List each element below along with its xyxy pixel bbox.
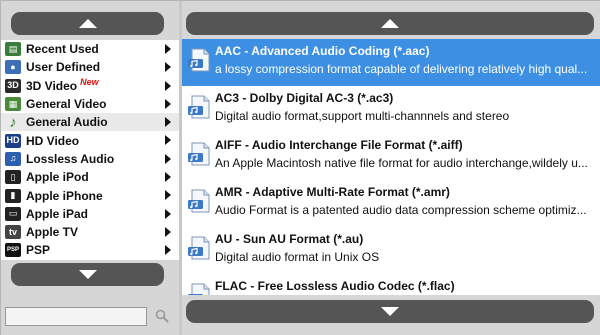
apple-tv-icon: tv <box>5 225 21 240</box>
lossless-audio-icon: ♫ <box>5 151 21 166</box>
format-list: AAC - Advanced Audio Coding (*.aac) a los… <box>182 39 600 295</box>
hd-icon: HD <box>5 133 21 148</box>
up-arrow-icon <box>78 19 97 28</box>
category-label: User Defined <box>26 60 101 75</box>
audio-file-icon <box>188 142 210 166</box>
format-title: AAC - Advanced Audio Coding (*.aac) <box>215 44 430 58</box>
chevron-right-icon <box>165 62 171 73</box>
category-item[interactable]: ▤ Recent Used <box>1 40 179 58</box>
format-description: Audio Format is a patented audio data co… <box>215 203 587 217</box>
category-scroll-up-button[interactable] <box>11 12 164 35</box>
up-arrow-icon <box>381 19 399 28</box>
category-item[interactable]: ♪ General Audio <box>1 113 179 132</box>
format-description: Digital audio format,support multi-chann… <box>215 109 510 123</box>
chevron-right-icon <box>165 117 171 128</box>
category-label: Apple TV <box>26 225 79 240</box>
chevron-right-icon <box>165 172 171 183</box>
audio-file-icon <box>188 283 210 295</box>
category-label: PSP <box>26 243 51 258</box>
iphone-icon: ▮ <box>5 188 21 203</box>
music-note-icon: ♪ <box>9 113 17 131</box>
format-title: AMR - Adaptive Multi-Rate Format (*.amr) <box>215 185 450 199</box>
down-arrow-icon <box>78 270 97 279</box>
format-item[interactable]: AAC - Advanced Audio Coding (*.aac) a los… <box>182 39 600 86</box>
category-item[interactable]: 3D 3D Video New <box>1 77 179 95</box>
format-title: AC3 - Dolby Digital AC-3 (*.ac3) <box>215 91 394 105</box>
chevron-right-icon <box>165 245 171 256</box>
audio-file-icon <box>188 48 210 72</box>
format-panel: AAC - Advanced Audio Coding (*.aac) a los… <box>182 1 600 335</box>
category-label: General Audio <box>26 115 108 130</box>
chevron-right-icon <box>165 98 171 109</box>
search-icon[interactable] <box>155 309 169 323</box>
format-picker-window: ▤ Recent Used ● User Defined 3D 3D Video New ▦ G… <box>0 0 600 335</box>
format-item[interactable]: AC3 - Dolby Digital AC-3 (*.ac3) Digital … <box>182 86 600 133</box>
category-label: Apple iPhone <box>26 188 103 203</box>
audio-file-icon <box>188 189 210 213</box>
chevron-right-icon <box>165 208 171 219</box>
chevron-right-icon <box>165 135 171 146</box>
chevron-right-icon <box>165 190 171 201</box>
category-panel: ▤ Recent Used ● User Defined 3D 3D Video New ▦ G… <box>1 1 179 335</box>
format-description: Digital audio format in Unix OS <box>215 250 380 264</box>
audio-file-icon <box>188 236 210 260</box>
chevron-right-icon <box>165 153 171 164</box>
format-title: AIFF - Audio Interchange File Format (*.… <box>215 138 463 152</box>
recent-icon: ▤ <box>5 42 21 57</box>
format-item[interactable]: AIFF - Audio Interchange File Format (*.… <box>182 133 600 180</box>
format-title: FLAC - Free Lossless Audio Codec (*.flac… <box>215 279 455 293</box>
category-label: HD Video <box>26 133 80 148</box>
category-item[interactable]: tv Apple TV <box>1 223 179 241</box>
category-label: Lossless Audio <box>26 151 115 166</box>
film-icon: ▦ <box>5 97 21 112</box>
format-item[interactable]: AMR - Adaptive Multi-Rate Format (*.amr)… <box>182 180 600 227</box>
category-scroll-down-button[interactable] <box>11 263 164 286</box>
psp-icon: PSP <box>5 243 21 258</box>
chevron-right-icon <box>165 80 171 91</box>
category-item[interactable]: ▯ Apple iPod <box>1 168 179 186</box>
category-label: Apple iPad <box>26 206 89 221</box>
category-label: 3D Video <box>26 78 78 93</box>
category-label: Apple iPod <box>26 170 89 185</box>
format-scroll-down-button[interactable] <box>186 300 594 323</box>
search-input[interactable] <box>5 307 147 326</box>
format-title: AU - Sun AU Format (*.au) <box>215 232 364 246</box>
format-item[interactable]: FLAC - Free Lossless Audio Codec (*.flac… <box>182 274 600 295</box>
category-label: General Video <box>26 97 107 112</box>
3d-icon: 3D <box>5 78 21 93</box>
category-item[interactable]: ● User Defined <box>1 58 179 76</box>
ipod-icon: ▯ <box>5 170 21 185</box>
format-description: a lossy compression format capable of de… <box>215 62 588 76</box>
category-item[interactable]: PSP PSP <box>1 241 179 259</box>
category-list: ▤ Recent Used ● User Defined 3D 3D Video New ▦ G… <box>1 40 179 260</box>
down-arrow-icon <box>381 307 399 316</box>
chevron-right-icon <box>165 226 171 237</box>
category-item[interactable]: ▮ Apple iPhone <box>1 186 179 204</box>
chevron-right-icon <box>165 44 171 54</box>
new-badge: New <box>80 76 99 87</box>
category-label: Recent Used <box>26 42 99 57</box>
audio-file-icon <box>188 95 210 119</box>
category-item[interactable]: ▦ General Video <box>1 95 179 113</box>
ipad-icon: ▭ <box>5 206 21 221</box>
format-scroll-up-button[interactable] <box>186 12 594 35</box>
category-item[interactable]: HD HD Video <box>1 131 179 149</box>
format-description: An Apple Macintosh native file format fo… <box>215 156 588 170</box>
format-item[interactable]: AU - Sun AU Format (*.au) Digital audio f… <box>182 227 600 274</box>
category-item[interactable]: ▭ Apple iPad <box>1 205 179 223</box>
category-item[interactable]: ♫ Lossless Audio <box>1 150 179 168</box>
user-icon: ● <box>5 60 21 75</box>
